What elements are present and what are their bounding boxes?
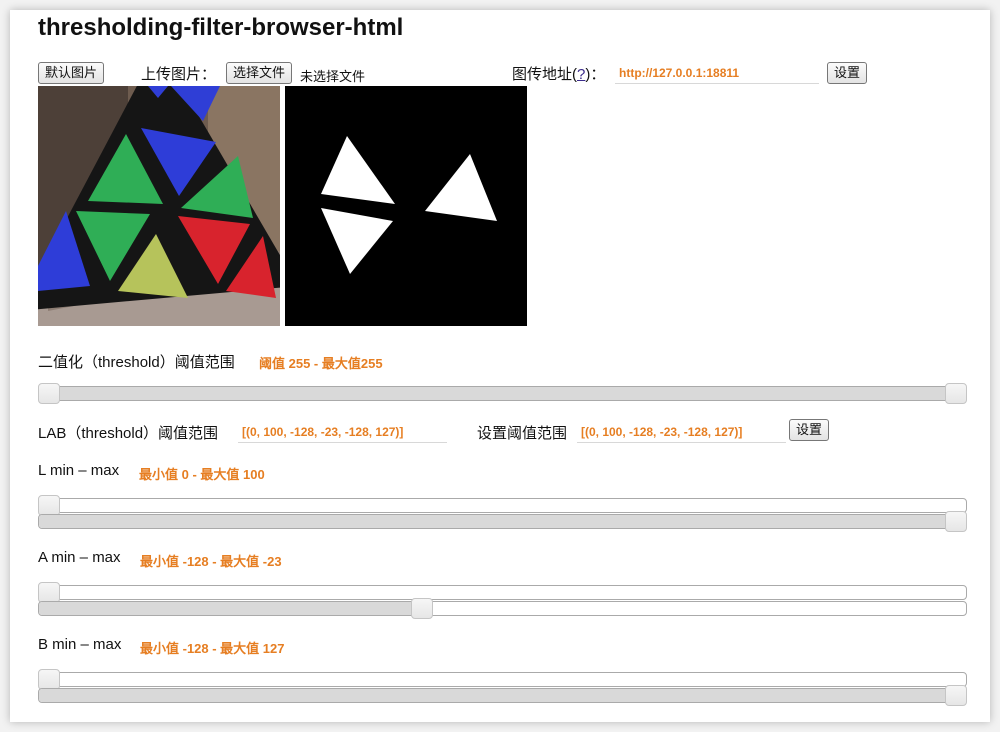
a-max-slider[interactable] <box>38 601 967 616</box>
set-threshold-button[interactable]: 设置 <box>789 419 830 441</box>
a-range-value: 最小值 -128 - 最大值 -23 <box>140 554 282 569</box>
threshold-label: 二值化（threshold）阈值范围 <box>38 354 235 371</box>
a-min-slider[interactable] <box>38 585 967 600</box>
stream-url-label: 图传地址(?)： <box>512 66 606 83</box>
page: thresholding-filter-browser-html 默认图片 上传… <box>10 10 990 722</box>
a-max-handle[interactable] <box>411 598 434 619</box>
a-max-fill <box>39 602 424 615</box>
b-min-handle[interactable] <box>38 669 60 690</box>
stream-url-input[interactable]: http://127.0.0.1:18811 <box>615 63 819 84</box>
set-threshold-label: 设置阈值范围 <box>477 425 568 442</box>
threshold-min-handle[interactable] <box>38 383 60 404</box>
choose-file-button[interactable]: 选择文件 <box>226 62 293 84</box>
l-range-label: L min – max <box>38 462 120 479</box>
a-min-handle[interactable] <box>38 582 60 603</box>
b-min-slider[interactable] <box>38 672 967 687</box>
l-min-handle[interactable] <box>38 495 60 516</box>
l-max-handle[interactable] <box>945 511 967 532</box>
lab-threshold-value[interactable]: [(0, 100, -128, -23, -128, 127)] <box>238 422 447 443</box>
a-range-label: A min – max <box>38 549 121 566</box>
set-threshold-input[interactable]: [(0, 100, -128, -23, -128, 127)] <box>577 422 786 443</box>
l-min-slider[interactable] <box>38 498 967 513</box>
default-image-button[interactable]: 默认图片 <box>38 62 105 84</box>
l-range-value: 最小值 0 - 最大值 100 <box>139 467 265 482</box>
threshold-max-handle[interactable] <box>945 383 967 404</box>
upload-label: 上传图片： <box>141 66 217 83</box>
page-title: thresholding-filter-browser-html <box>38 14 404 41</box>
threshold-range-slider[interactable] <box>38 386 967 401</box>
set-stream-button[interactable]: 设置 <box>827 62 868 84</box>
no-file-text: 未选择文件 <box>300 69 366 84</box>
b-range-value: 最小值 -128 - 最大值 127 <box>140 641 285 656</box>
threshold-mask-image <box>285 86 527 326</box>
lab-threshold-label: LAB（threshold）阈值范围 <box>38 425 219 442</box>
b-max-slider[interactable] <box>38 688 967 703</box>
b-max-fill <box>39 689 957 702</box>
l-max-slider[interactable] <box>38 514 967 529</box>
b-max-handle[interactable] <box>945 685 967 706</box>
threshold-range-fill <box>50 387 957 400</box>
b-range-label: B min – max <box>38 636 122 653</box>
original-image <box>38 86 280 326</box>
threshold-value: 阈值 255 - 最大值255 <box>259 356 383 371</box>
l-max-fill <box>39 515 957 528</box>
